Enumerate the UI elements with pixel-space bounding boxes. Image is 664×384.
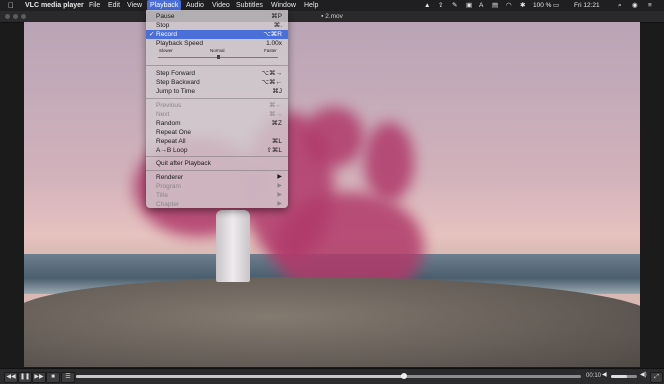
- bluetooth-icon[interactable]: ✱: [520, 0, 525, 11]
- submenu-arrow-icon: ▶: [277, 201, 282, 207]
- menu-clock[interactable]: Fri 12:21: [574, 0, 600, 11]
- playback-menu: Pause ⌘P Stop ⌘. ✓ Record ⌥⌘R Playback S…: [146, 10, 288, 208]
- volume-high-icon: ◀): [640, 372, 647, 378]
- window-title: ▪ 2.mov: [0, 11, 664, 22]
- menu-separator: [146, 156, 288, 157]
- timeline-progress: [76, 375, 405, 378]
- submenu-arrow-icon: ▶: [277, 183, 282, 189]
- menu-item-renderer[interactable]: Renderer ▶: [146, 173, 288, 182]
- speed-normal-label: Normal: [210, 48, 225, 53]
- elapsed-time: 00:10: [586, 373, 602, 379]
- volume-slider[interactable]: [611, 375, 637, 378]
- evernote-icon[interactable]: ✎: [452, 0, 457, 11]
- window-title-text: 2.mov: [325, 13, 343, 20]
- speed-slower-label: Slower: [159, 48, 173, 53]
- menu-item-chapter: Chapter ▶: [156, 201, 282, 208]
- menu-file[interactable]: File: [86, 0, 103, 11]
- submenu-arrow-icon: ▶: [277, 192, 282, 198]
- menu-item-jump-to-time[interactable]: Jump to Time ⌘J: [146, 87, 288, 96]
- person-figure: [216, 210, 250, 282]
- menu-edit[interactable]: Edit: [105, 0, 123, 11]
- font-icon[interactable]: A: [479, 0, 483, 11]
- spotlight-search-icon[interactable]: ⌕: [618, 0, 622, 11]
- menu-item-previous: Previous ⌘←: [156, 102, 282, 109]
- menu-item-record[interactable]: ✓ Record ⌥⌘R: [146, 30, 288, 39]
- menu-item-ab-loop[interactable]: A→B Loop ⇧⌘L: [146, 146, 288, 155]
- menu-help[interactable]: Help: [301, 0, 321, 11]
- playback-control-bar: ◀◀ ❚❚ ▶▶ ■ ☰ 00:10 ◀ ◀) ⤢: [0, 368, 664, 384]
- menu-item-next: Next ⌘→: [156, 111, 282, 118]
- fast-forward-button[interactable]: ▶▶: [32, 372, 46, 383]
- menu-item-step-forward[interactable]: Step Forward ⌥⌘→: [146, 69, 288, 78]
- submenu-arrow-icon: ▶: [277, 174, 282, 180]
- rocks: [24, 277, 640, 367]
- timeline-slider[interactable]: [76, 373, 581, 379]
- play-pause-button[interactable]: ❚❚: [18, 372, 33, 383]
- rewind-button[interactable]: ◀◀: [4, 372, 18, 383]
- menu-app-name[interactable]: VLC media player: [22, 0, 87, 11]
- timeline-knob[interactable]: [401, 373, 408, 379]
- menu-item-step-backward[interactable]: Step Backward ⌥⌘←: [146, 78, 288, 87]
- menu-separator: [146, 98, 288, 99]
- wifi-icon[interactable]: ◠: [506, 0, 512, 11]
- speed-faster-label: Faster: [264, 48, 277, 53]
- menu-item-quit-after-playback[interactable]: Quit after Playback: [146, 159, 288, 168]
- vlc-cone-icon[interactable]: ▲: [424, 0, 430, 11]
- menu-item-playback-speed: Playback Speed 1.00x: [156, 40, 282, 47]
- menu-item-stop[interactable]: Stop ⌘.: [146, 21, 288, 30]
- battery-percent: 100 %: [533, 2, 552, 9]
- menu-item-repeat-all[interactable]: Repeat All ⌘L: [146, 137, 288, 146]
- video-frame[interactable]: [24, 22, 640, 367]
- stop-button[interactable]: ■: [46, 372, 60, 383]
- menu-item-title: Title ▶: [156, 192, 282, 199]
- menu-item-random[interactable]: Random ⌘Z: [146, 119, 288, 128]
- menu-item-program: Program ▶: [156, 183, 282, 190]
- menu-item-repeat-one[interactable]: Repeat One: [146, 128, 288, 137]
- notification-center-icon[interactable]: ≡: [648, 0, 652, 11]
- apple-icon[interactable]: : [8, 0, 14, 11]
- video-file-icon: ▪: [321, 13, 324, 20]
- speed-slider-knob[interactable]: [217, 55, 220, 59]
- menu-separator: [146, 170, 288, 171]
- siri-icon[interactable]: ◉: [632, 0, 638, 11]
- volume-level: [611, 375, 627, 378]
- bag-icon[interactable]: ▣: [466, 0, 472, 11]
- message-icon[interactable]: ▤: [492, 0, 498, 11]
- menu-bar:  VLC media player File Edit View Playba…: [0, 0, 664, 11]
- checkmark-icon: ✓: [149, 31, 155, 38]
- playlist-button[interactable]: ☰: [61, 372, 75, 383]
- upload-icon[interactable]: ⇪: [438, 0, 443, 11]
- menu-view[interactable]: View: [124, 0, 145, 11]
- menu-separator: [146, 65, 288, 66]
- fullscreen-button[interactable]: ⤢: [650, 372, 663, 383]
- battery-icon[interactable]: ▭: [553, 0, 559, 11]
- menu-item-pause[interactable]: Pause ⌘P: [146, 12, 288, 21]
- volume-low-icon: ◀: [602, 372, 607, 378]
